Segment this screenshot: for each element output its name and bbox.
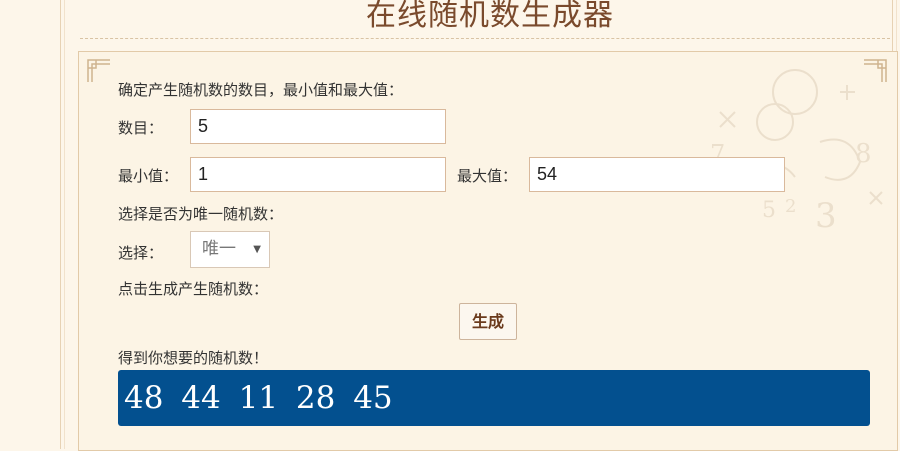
svg-text:5: 5 bbox=[762, 198, 776, 223]
generate-button[interactable]: 生成 bbox=[459, 303, 517, 340]
title-divider bbox=[80, 38, 890, 39]
count-input[interactable]: 5 bbox=[190, 109, 446, 144]
generate-instruction: 点击生成产生随机数： bbox=[118, 280, 269, 298]
ornament-corner-icon bbox=[86, 58, 112, 84]
select-label: 选择： bbox=[118, 244, 164, 262]
instruction-text: 确定产生随机数的数目，最小值和最大值： bbox=[118, 81, 404, 99]
max-input[interactable]: 54 bbox=[529, 157, 785, 192]
unique-instruction: 选择是否为唯一随机数： bbox=[118, 205, 284, 223]
result-label: 得到你想要的随机数！ bbox=[118, 349, 269, 367]
result-display: 48 44 11 28 45 bbox=[118, 370, 870, 426]
count-label: 数目： bbox=[118, 119, 164, 137]
svg-text:8: 8 bbox=[855, 139, 872, 169]
unique-select[interactable]: 唯一 ▼ bbox=[190, 231, 270, 268]
min-label: 最小值： bbox=[118, 167, 179, 185]
svg-text:3: 3 bbox=[815, 196, 837, 236]
ornament-corner-icon bbox=[862, 58, 888, 84]
select-value: 唯一 bbox=[202, 239, 236, 259]
svg-text:2: 2 bbox=[785, 196, 796, 217]
max-label: 最大值： bbox=[457, 167, 518, 185]
min-input[interactable]: 1 bbox=[190, 157, 446, 192]
triangle-down-icon: ▼ bbox=[253, 244, 261, 255]
page-title: 在线随机数生成器 bbox=[366, 0, 614, 33]
outer-border-left bbox=[60, 0, 65, 449]
